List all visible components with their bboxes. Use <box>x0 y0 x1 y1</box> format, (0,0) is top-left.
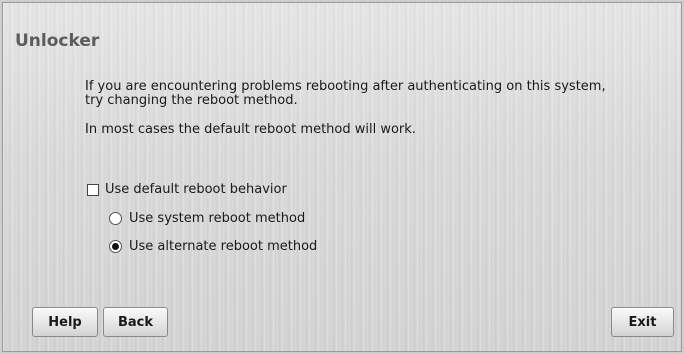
system-reboot-radio[interactable] <box>109 212 122 225</box>
system-reboot-option[interactable]: Use system reboot method <box>109 211 305 226</box>
default-reboot-option[interactable]: Use default reboot behavior <box>87 182 287 197</box>
system-reboot-label: Use system reboot method <box>129 211 306 226</box>
back-button[interactable]: Back <box>103 307 168 337</box>
help-button[interactable]: Help <box>32 307 98 337</box>
default-reboot-label: Use default reboot behavior <box>105 182 287 197</box>
alternate-reboot-label: Use alternate reboot method <box>129 239 318 254</box>
unlocker-dialog: Unlocker If you are encountering problem… <box>2 2 682 352</box>
alternate-reboot-radio[interactable] <box>109 240 122 253</box>
reboot-info-text: If you are encountering problems rebooti… <box>85 79 606 108</box>
dialog-title: Unlocker <box>15 31 100 51</box>
default-method-text: In most cases the default reboot method … <box>85 122 416 137</box>
exit-button[interactable]: Exit <box>611 307 674 337</box>
default-reboot-checkbox[interactable] <box>87 183 99 196</box>
alternate-reboot-option[interactable]: Use alternate reboot method <box>109 239 317 254</box>
